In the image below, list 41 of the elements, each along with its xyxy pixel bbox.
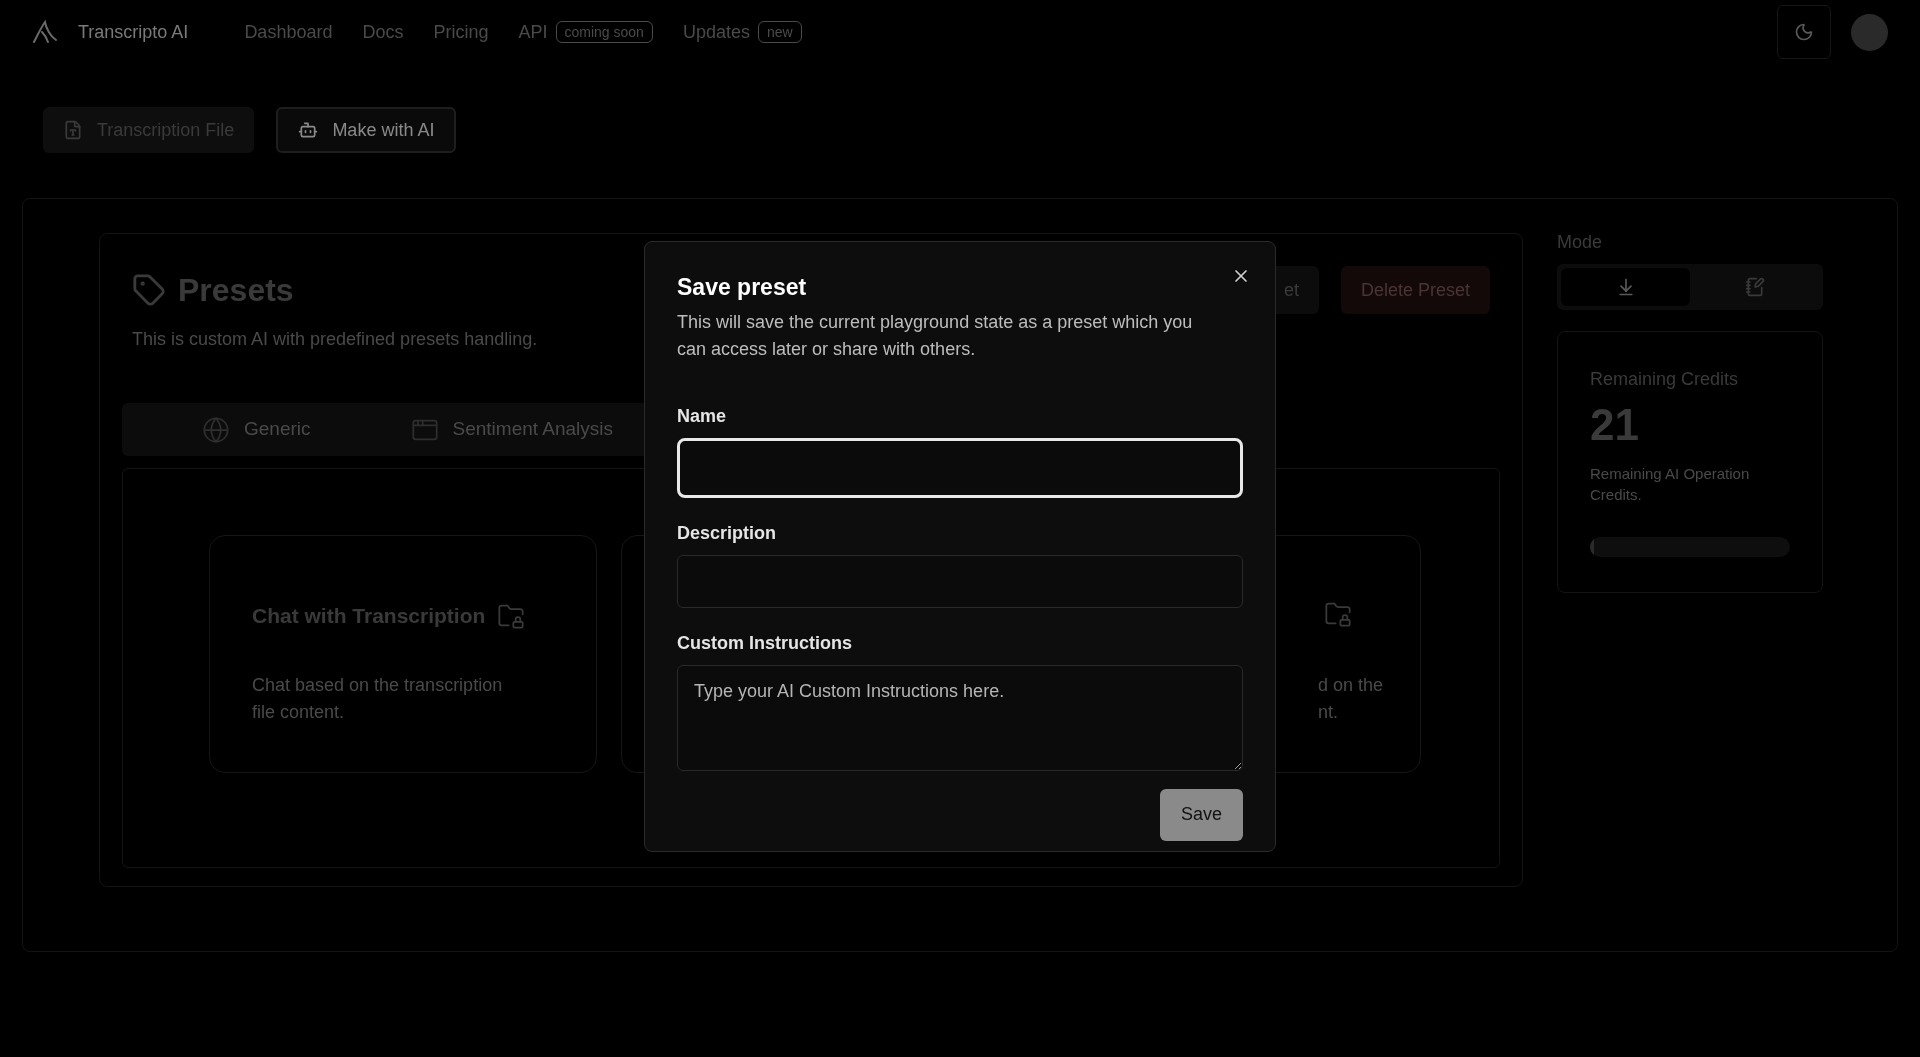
nav-badge: new	[757, 21, 802, 43]
nav-link[interactable]: Docs	[362, 18, 404, 46]
presets-subtitle: This is custom AI with predefined presets handling.	[132, 328, 538, 351]
text-field[interactable]	[677, 554, 1243, 608]
tag-icon	[132, 273, 166, 307]
nav-badge: coming soon	[555, 21, 653, 43]
credits-caption: Remaining AI Operation Credits.	[1590, 464, 1751, 505]
theme-toggle-button[interactable]	[1777, 5, 1831, 59]
preset-card-title: Chat with Transcription	[252, 603, 486, 629]
moon-icon	[1794, 22, 1814, 42]
save-button[interactable]: Save	[1160, 788, 1243, 841]
folder-lock-icon	[1324, 600, 1352, 628]
mode-label: Mode	[1557, 231, 1604, 254]
logo-icon	[32, 20, 58, 44]
notes-icon	[1744, 277, 1765, 297]
robot-icon	[298, 120, 319, 140]
source-tab[interactable]: Make with AI	[276, 107, 457, 153]
field-label: Name	[677, 404, 728, 428]
preset-tab[interactable]: Sentiment Analysis	[410, 415, 614, 444]
preset-card[interactable]: Chat with Transcription Chat based on the transcription file content.	[209, 535, 597, 773]
credits-value: 21	[1590, 399, 1640, 451]
dialog-description: This will save the current playground state as a preset which you can access later or share with others.	[677, 310, 1194, 361]
presets-title: Presets	[178, 271, 294, 310]
nav-link[interactable]: API	[518, 18, 548, 46]
brand-name: Transcripto AI	[78, 20, 189, 44]
globe-icon	[202, 415, 230, 444]
preset-card-description: nt.	[1318, 701, 1339, 724]
preset-tab[interactable]: Generic	[202, 415, 311, 444]
field-label: Description	[677, 521, 778, 545]
mode-option[interactable]	[1561, 268, 1690, 306]
dialog-title: Save preset	[677, 273, 808, 302]
nav-link[interactable]: Updates	[682, 18, 750, 46]
nav-link[interactable]: Pricing	[433, 18, 489, 46]
avatar[interactable]	[1851, 13, 1888, 51]
preset-card-description: Chat based on the transcription file content.	[252, 673, 504, 724]
document-icon	[63, 120, 83, 140]
preset-card-description: d on the	[1318, 674, 1385, 697]
credits-title: Remaining Credits	[1590, 368, 1740, 391]
nav-link[interactable]: Dashboard	[244, 18, 333, 46]
field-label: Custom Instructions	[677, 631, 853, 655]
instructions-field[interactable]: Type your AI Custom Instructions here.	[677, 664, 1243, 771]
